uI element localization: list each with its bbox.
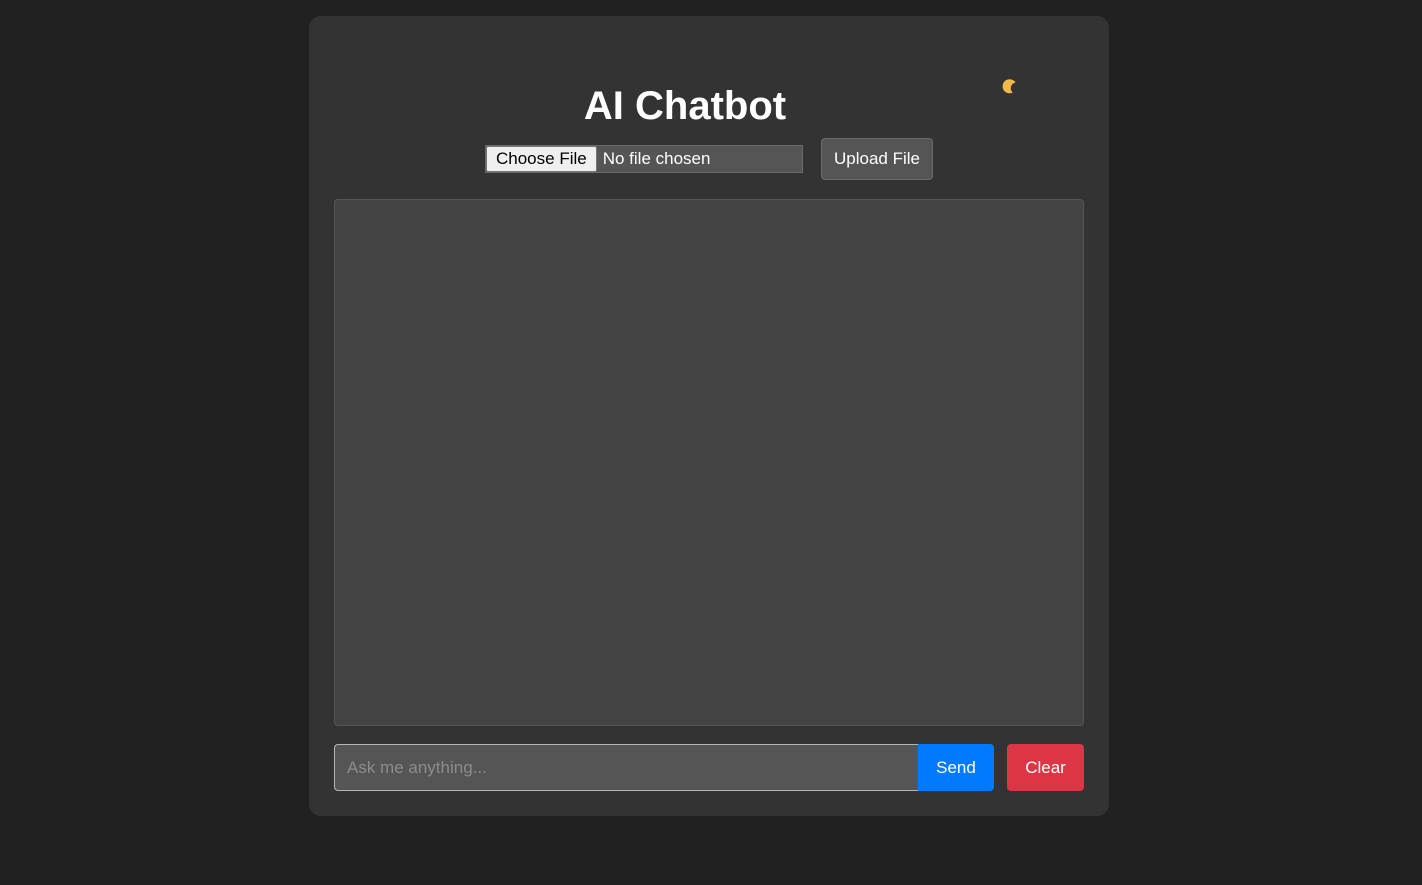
chatbot-container: AI Chatbot Choose File No file chosen Up… (309, 16, 1109, 816)
message-input[interactable] (334, 744, 918, 791)
message-composer: Send Clear (334, 744, 1084, 791)
upload-file-button[interactable]: Upload File (821, 138, 933, 180)
page-title: AI Chatbot (583, 84, 787, 128)
chat-messages-area[interactable] (334, 199, 1084, 726)
file-status-text: No file chosen (602, 149, 711, 168)
file-input[interactable]: Choose File No file chosen (485, 145, 803, 173)
theme-toggle-button[interactable] (999, 76, 1019, 96)
clear-button[interactable]: Clear (1007, 744, 1084, 791)
send-button[interactable]: Send (918, 744, 994, 791)
moon-icon (1002, 79, 1016, 94)
choose-file-button[interactable]: Choose File (486, 146, 597, 172)
